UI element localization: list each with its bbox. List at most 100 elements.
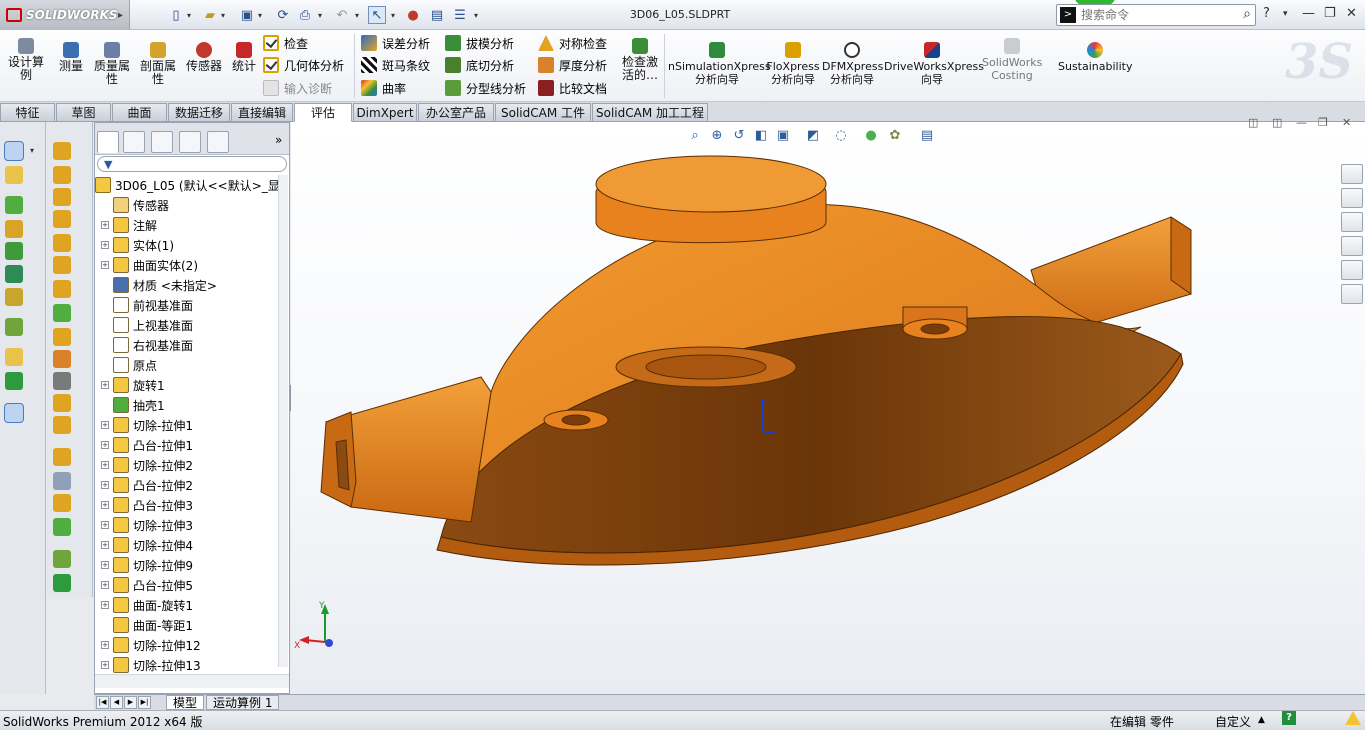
tree-item[interactable]: 前视基准面 bbox=[101, 295, 193, 315]
expand-icon[interactable]: + bbox=[101, 641, 109, 649]
featuremanager-tab-icon[interactable] bbox=[97, 131, 119, 153]
zebra-stripes-button[interactable]: 斑马条纹 bbox=[361, 55, 430, 75]
mirror-icon[interactable] bbox=[53, 448, 71, 466]
expand-icon[interactable]: + bbox=[101, 501, 109, 509]
reference-geometry-icon[interactable] bbox=[5, 348, 23, 366]
tree-root-part[interactable]: 3D06_L05 (默认<<默认>_显 bbox=[95, 175, 279, 195]
geometry-analysis-button[interactable]: 几何体分析 bbox=[263, 55, 344, 75]
sketch-icon[interactable] bbox=[4, 141, 24, 161]
check-active-document-button[interactable]: 检查激活的… bbox=[620, 38, 660, 82]
simulationxpress-button[interactable]: nSimulationXpress分析向导 bbox=[668, 42, 771, 86]
tree-horizontal-scrollbar[interactable] bbox=[95, 674, 289, 688]
chevron-down-icon[interactable]: ▾ bbox=[219, 6, 227, 24]
floxpress-button[interactable]: FloXpress分析向导 bbox=[766, 42, 820, 86]
revolved-cut-icon[interactable] bbox=[53, 166, 71, 184]
open-folder-icon[interactable]: ▰ bbox=[201, 6, 219, 24]
tab-direct-editing[interactable]: 直接编辑 bbox=[231, 103, 293, 122]
traffic-light-icon[interactable]: ● bbox=[404, 6, 422, 24]
minimize-icon[interactable]: — bbox=[1302, 6, 1315, 21]
tree-item[interactable]: 上视基准面 bbox=[101, 315, 193, 335]
tree-item[interactable]: 右视基准面 bbox=[101, 335, 193, 355]
expand-panel-icon[interactable]: » bbox=[275, 133, 282, 147]
select-pointer-icon[interactable]: ↖ bbox=[368, 6, 386, 24]
rib-icon[interactable] bbox=[53, 280, 71, 298]
instant3d-icon[interactable] bbox=[4, 403, 24, 423]
tree-item[interactable]: 材质 <未指定> bbox=[101, 275, 217, 295]
tree-item[interactable]: 抽壳1 bbox=[101, 395, 165, 415]
tab-surfaces[interactable]: 曲面 bbox=[112, 103, 167, 122]
tree-item[interactable]: + 凸台-拉伸3 bbox=[101, 495, 193, 515]
sustainability-button[interactable]: Sustainability bbox=[1058, 42, 1132, 73]
tab-features[interactable]: 特征 bbox=[0, 103, 55, 122]
tree-item[interactable]: + 旋转1 bbox=[101, 375, 165, 395]
intersect-icon[interactable] bbox=[53, 372, 71, 390]
model-view[interactable]: Y X bbox=[291, 122, 1365, 694]
symmetry-check-button[interactable]: 对称检查 bbox=[538, 33, 607, 53]
dimxpertmanager-tab-icon[interactable] bbox=[179, 131, 201, 153]
tree-item[interactable]: + 注解 bbox=[101, 215, 157, 235]
tab-sketch[interactable]: 草图 bbox=[56, 103, 111, 122]
chevron-down-icon[interactable]: ▾ bbox=[316, 6, 324, 24]
close-icon[interactable]: ✕ bbox=[1346, 6, 1357, 21]
undo-icon[interactable]: ↶ bbox=[333, 6, 351, 24]
expand-icon[interactable]: + bbox=[101, 421, 109, 429]
deviation-analysis-button[interactable]: 误差分析 bbox=[361, 33, 430, 53]
draft-analysis-button[interactable]: 拔模分析 bbox=[445, 33, 514, 53]
solidworks-menu-button[interactable]: SOLIDWORKS ▸ bbox=[0, 0, 130, 30]
expand-icon[interactable]: + bbox=[101, 481, 109, 489]
search-icon[interactable]: ⌕ bbox=[1243, 6, 1251, 22]
dfmxpress-button[interactable]: DFMXpress分析向导 bbox=[822, 42, 883, 86]
tab-office-products[interactable]: 办公室产品 bbox=[418, 103, 494, 122]
driveworksxpress-button[interactable]: DriveWorksXpress向导 bbox=[884, 42, 984, 86]
split-line-icon[interactable] bbox=[53, 518, 71, 536]
tab-solidcam-machining[interactable]: SolidCAM 加工工程 bbox=[592, 103, 708, 122]
tree-item[interactable]: + 曲面-旋转1 bbox=[101, 595, 193, 615]
previous-tab-icon[interactable]: ◀ bbox=[110, 696, 123, 709]
expand-icon[interactable]: + bbox=[101, 541, 109, 549]
chevron-down-icon[interactable]: ▾ bbox=[353, 6, 361, 24]
quick-tips-icon[interactable]: ? bbox=[1282, 711, 1296, 725]
help-icon[interactable]: ? bbox=[1263, 6, 1270, 21]
expand-icon[interactable]: + bbox=[101, 241, 109, 249]
chevron-up-icon[interactable]: ▲ bbox=[1258, 715, 1265, 725]
tree-item[interactable]: + 凸台-拉伸1 bbox=[101, 435, 193, 455]
lofted-cut-icon[interactable] bbox=[53, 210, 71, 228]
thickness-analysis-button[interactable]: 厚度分析 bbox=[538, 55, 607, 75]
hole-wizard-icon[interactable] bbox=[53, 394, 71, 412]
tab-dimxpert[interactable]: DimXpert bbox=[353, 103, 417, 122]
expand-icon[interactable]: + bbox=[101, 221, 109, 229]
fillet-icon[interactable] bbox=[53, 234, 71, 252]
new-document-icon[interactable]: ▯ bbox=[167, 6, 185, 24]
boundary-boss-icon[interactable] bbox=[5, 288, 23, 306]
tree-item[interactable]: 曲面-等距1 bbox=[101, 615, 193, 635]
options-icon[interactable]: ☰ bbox=[451, 6, 469, 24]
import-diagnostics-button[interactable]: 输入诊断 bbox=[263, 78, 332, 98]
restore-icon[interactable]: ❐ bbox=[1324, 6, 1336, 21]
tree-item[interactable]: 传感器 bbox=[101, 195, 169, 215]
chevron-down-icon[interactable]: ▾ bbox=[1283, 9, 1288, 19]
part-3d06-l05[interactable] bbox=[320, 155, 1192, 566]
delete-face-icon[interactable] bbox=[53, 494, 71, 512]
tree-item[interactable]: + 切除-拉伸9 bbox=[101, 555, 193, 575]
expand-icon[interactable]: + bbox=[101, 461, 109, 469]
print-icon[interactable]: ⎙ bbox=[296, 6, 314, 24]
lofted-boss-icon[interactable] bbox=[5, 265, 23, 283]
expand-icon[interactable]: + bbox=[101, 261, 109, 269]
appearances-scenes-icon[interactable] bbox=[1341, 260, 1363, 280]
rebuild-icon[interactable]: ⟳ bbox=[274, 6, 292, 24]
tree-filter[interactable]: ▼ bbox=[97, 156, 287, 172]
wrap-icon[interactable] bbox=[53, 350, 71, 368]
linear-pattern-icon[interactable] bbox=[5, 318, 23, 336]
file-explorer-icon[interactable] bbox=[1341, 212, 1363, 232]
tree-item[interactable]: + 实体(1) bbox=[101, 235, 174, 255]
save-icon[interactable]: ▣ bbox=[238, 6, 256, 24]
section-properties-button[interactable]: 剖面属性 bbox=[138, 42, 178, 86]
next-tab-icon[interactable]: ▶ bbox=[124, 696, 137, 709]
costing-button[interactable]: SolidWorks Costing bbox=[982, 38, 1042, 82]
swept-cut-icon[interactable] bbox=[53, 188, 71, 206]
reference-point-icon[interactable] bbox=[53, 550, 71, 568]
tree-item[interactable]: + 切除-拉伸1 bbox=[101, 415, 193, 435]
tree-item[interactable]: + 切除-拉伸12 bbox=[101, 635, 201, 655]
sensor-button[interactable]: 传感器 bbox=[184, 42, 224, 73]
parting-line-analysis-button[interactable]: 分型线分析 bbox=[445, 78, 526, 98]
